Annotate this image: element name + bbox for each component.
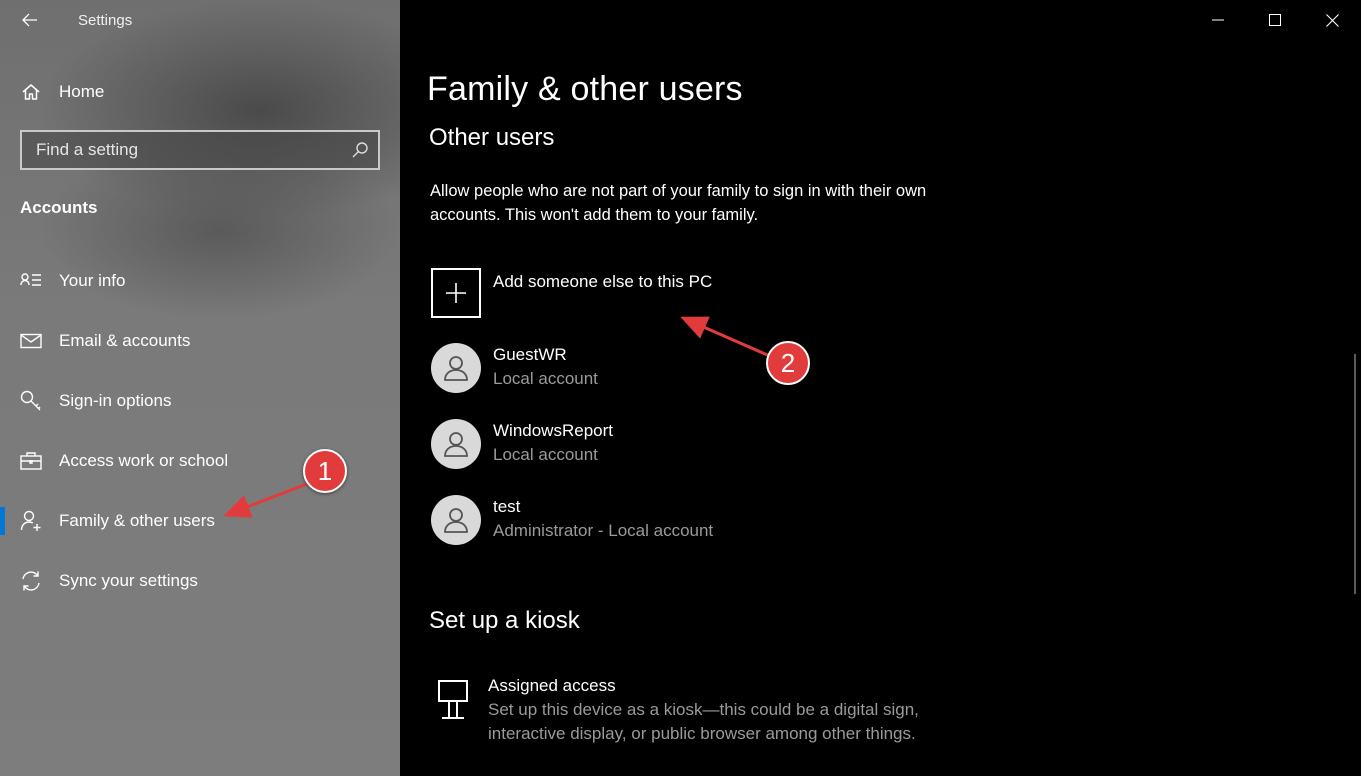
sidebar: Settings Home Accounts Your info Email &… <box>0 0 400 776</box>
sidebar-item-label: Your info <box>59 271 126 290</box>
person-add-icon <box>20 510 42 532</box>
avatar <box>431 343 481 393</box>
sidebar-item-label: Sync your settings <box>59 571 198 590</box>
scrollbar[interactable] <box>1354 354 1356 594</box>
sidebar-item-sync-settings[interactable]: Sync your settings <box>0 557 400 605</box>
close-button[interactable] <box>1304 0 1360 40</box>
maximize-icon <box>1269 14 1281 26</box>
nav-home-label: Home <box>59 82 105 101</box>
sidebar-item-your-info[interactable]: Your info <box>0 257 400 305</box>
sidebar-item-label: Sign-in options <box>59 391 172 410</box>
user-icon <box>444 508 468 533</box>
user-name: GuestWR <box>493 345 567 364</box>
kiosk-heading: Set up a kiosk <box>429 607 580 634</box>
search-input[interactable] <box>22 132 342 168</box>
kiosk-icon <box>438 680 468 719</box>
sidebar-item-email-accounts[interactable]: Email & accounts <box>0 317 400 365</box>
plus-icon <box>446 283 466 303</box>
sidebar-item-label: Access work or school <box>59 451 229 470</box>
user-type: Local account <box>493 369 598 388</box>
key-icon <box>20 390 42 412</box>
section-title: Accounts <box>20 198 98 217</box>
other-users-description: Allow people who are not part of your fa… <box>430 182 927 224</box>
app-title: Settings <box>78 12 133 29</box>
sidebar-item-label: Family & other users <box>59 511 215 530</box>
maximize-button[interactable] <box>1247 0 1303 40</box>
other-users-heading: Other users <box>429 124 555 151</box>
minimize-icon <box>1212 19 1224 21</box>
avatar <box>431 419 481 469</box>
user-type: Local account <box>493 445 598 464</box>
back-button[interactable] <box>14 6 46 34</box>
annotation-badge-1: 1 <box>303 449 347 493</box>
user-name: test <box>493 497 521 516</box>
sidebar-item-label: Email & accounts <box>59 331 191 350</box>
user-row-windowsreport[interactable]: WindowsReport Local account <box>431 419 831 471</box>
user-row-test[interactable]: test Administrator - Local account <box>431 495 831 547</box>
page-title: Family & other users <box>427 70 743 108</box>
search-icon[interactable] <box>351 141 369 159</box>
user-name: WindowsReport <box>493 421 613 440</box>
mail-icon <box>20 330 42 352</box>
kiosk-description: Set up this device as a kiosk—this could… <box>488 700 919 743</box>
home-icon <box>20 81 42 103</box>
user-icon <box>444 432 468 457</box>
annotation-badge-2: 2 <box>766 341 810 385</box>
user-type: Administrator - Local account <box>493 521 714 540</box>
add-box <box>431 268 481 318</box>
search-box <box>20 130 380 170</box>
person-list-icon <box>20 270 42 292</box>
back-arrow-icon <box>22 13 37 27</box>
briefcase-icon <box>20 450 42 472</box>
user-icon <box>444 356 468 381</box>
avatar <box>431 495 481 545</box>
assigned-access-button[interactable]: Assigned access Set up this device as a … <box>436 676 996 748</box>
minimize-button[interactable] <box>1190 0 1246 40</box>
add-someone-button[interactable]: Add someone else to this PC <box>431 268 761 318</box>
sidebar-item-family-other-users[interactable]: Family & other users <box>0 497 400 545</box>
sync-icon <box>20 570 42 592</box>
kiosk-title: Assigned access <box>488 676 616 695</box>
selection-indicator <box>0 507 5 535</box>
nav-home[interactable]: Home <box>0 72 400 112</box>
close-icon <box>1325 13 1339 27</box>
sidebar-item-sign-in-options[interactable]: Sign-in options <box>0 377 400 425</box>
add-someone-label: Add someone else to this PC <box>493 272 713 291</box>
